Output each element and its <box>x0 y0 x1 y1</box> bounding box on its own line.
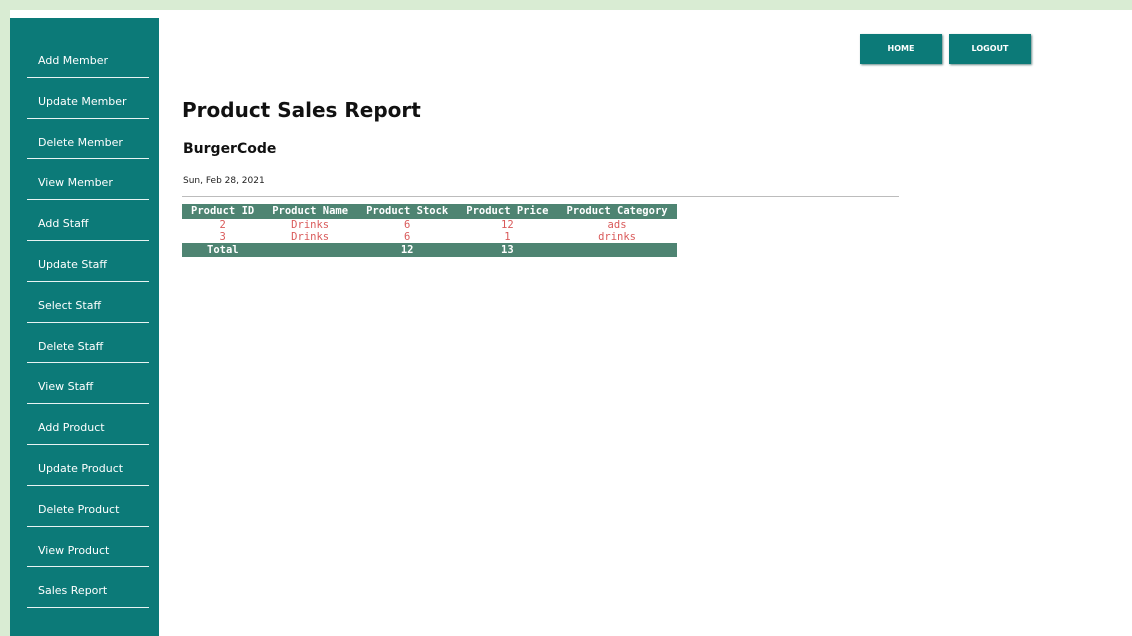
total-stock: 12 <box>357 243 458 257</box>
column-header-product-category: Product Category <box>557 204 677 219</box>
sidebar-item-delete-member[interactable]: Delete Member <box>10 119 159 160</box>
sidebar-item-delete-product[interactable]: Delete Product <box>10 486 159 527</box>
home-button[interactable]: HOME <box>860 34 942 64</box>
report-date: Sun, Feb 28, 2021 <box>183 176 265 186</box>
column-header-product-stock: Product Stock <box>357 204 458 219</box>
sidebar-item-update-product[interactable]: Update Product <box>10 445 159 486</box>
page-content: Add Member Update Member Delete Member V… <box>10 10 1132 636</box>
divider <box>182 196 899 197</box>
sidebar-item-update-member[interactable]: Update Member <box>10 78 159 119</box>
table-total-row: Total 12 13 <box>182 243 677 257</box>
table-header-row: Product ID Product Name Product Stock Pr… <box>182 204 677 219</box>
logout-button[interactable]: LOGOUT <box>949 34 1031 64</box>
cell-product-name: Drinks <box>291 231 330 243</box>
sidebar-item-update-staff[interactable]: Update Staff <box>10 241 159 282</box>
sidebar-item-delete-staff[interactable]: Delete Staff <box>10 323 159 364</box>
table-row: 3 Drinks 6 1 drinks <box>182 231 677 243</box>
total-price: 13 <box>457 243 558 257</box>
column-header-product-price: Product Price <box>457 204 558 219</box>
window-frame: Add Member Update Member Delete Member V… <box>0 0 1132 636</box>
sales-report-table: Product ID Product Name Product Stock Pr… <box>182 204 677 257</box>
sidebar-item-add-product[interactable]: Add Product <box>10 404 159 445</box>
sidebar: Add Member Update Member Delete Member V… <box>10 18 159 636</box>
sidebar-menu: Add Member Update Member Delete Member V… <box>10 18 159 608</box>
column-header-product-id: Product ID <box>182 204 264 219</box>
sidebar-item-view-product[interactable]: View Product <box>10 527 159 568</box>
cell-product-id: 3 <box>219 231 226 243</box>
sidebar-item-sales-report[interactable]: Sales Report <box>10 567 159 608</box>
total-label: Total <box>182 243 264 257</box>
cell-product-price: 1 <box>504 231 511 243</box>
cell-product-stock: 6 <box>404 219 411 231</box>
sidebar-item-add-staff[interactable]: Add Staff <box>10 200 159 241</box>
sidebar-item-select-staff[interactable]: Select Staff <box>10 282 159 323</box>
total-empty-cell <box>557 243 677 257</box>
cell-product-id: 2 <box>219 219 226 231</box>
cell-product-name: Drinks <box>291 219 330 231</box>
cell-product-category: drinks <box>598 231 636 243</box>
page-title: Product Sales Report <box>182 98 421 122</box>
table-row: 2 Drinks 6 12 ads <box>182 219 677 231</box>
cell-product-price: 12 <box>501 219 514 231</box>
company-name: BurgerCode <box>183 141 277 157</box>
cell-product-category: ads <box>607 219 627 231</box>
sidebar-item-view-staff[interactable]: View Staff <box>10 363 159 404</box>
sidebar-item-view-member[interactable]: View Member <box>10 159 159 200</box>
cell-product-stock: 6 <box>404 231 411 243</box>
total-empty-cell <box>263 243 358 257</box>
column-header-product-name: Product Name <box>263 204 358 219</box>
sidebar-item-add-member[interactable]: Add Member <box>10 37 159 78</box>
